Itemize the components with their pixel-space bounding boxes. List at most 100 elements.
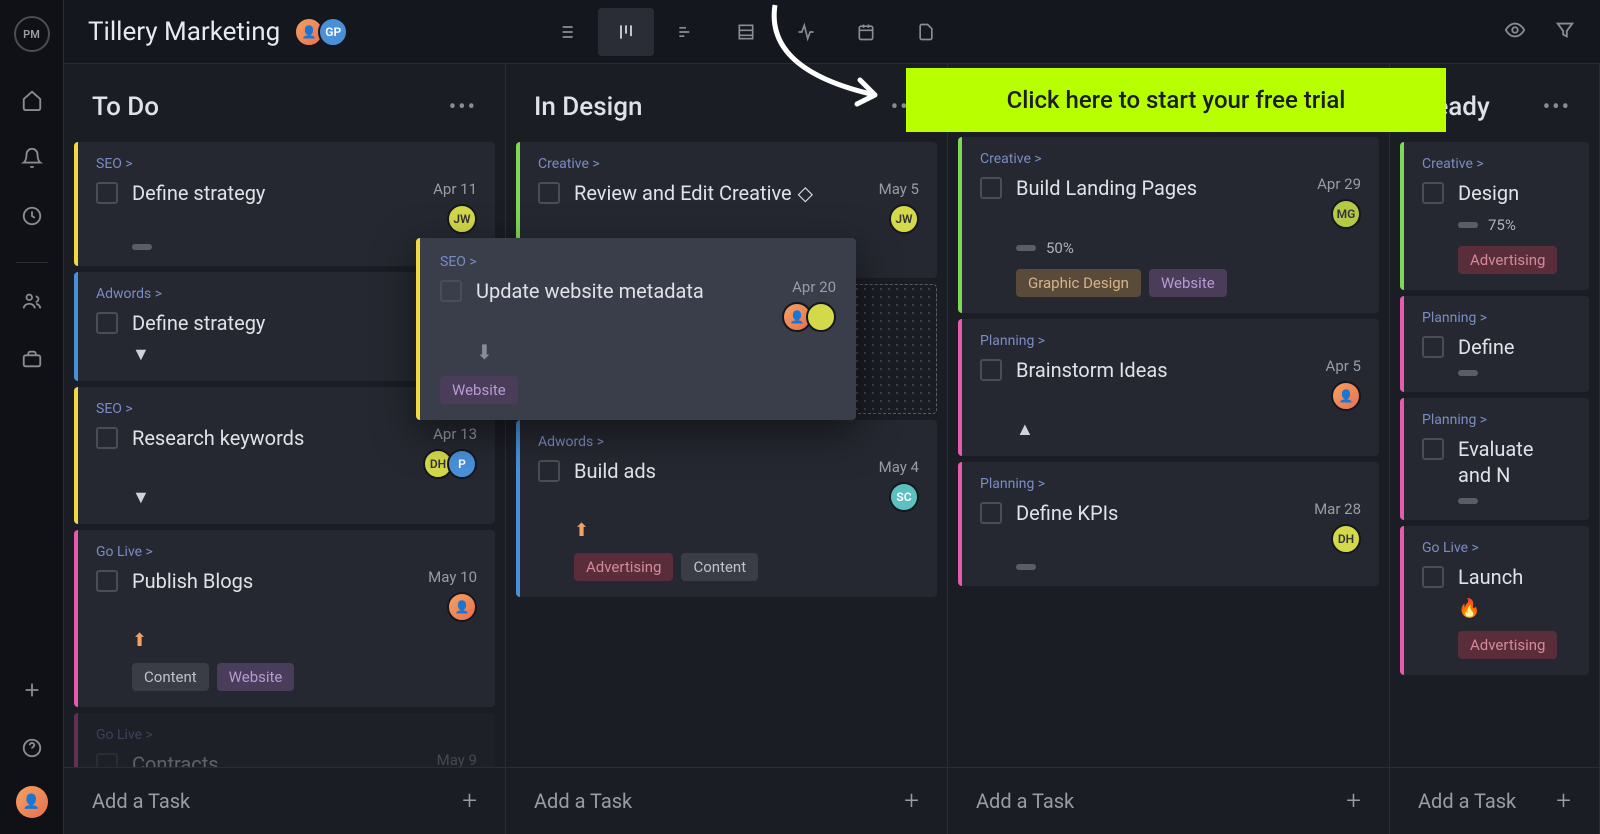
visibility-icon[interactable]: [1504, 19, 1526, 45]
card-title: Review and Edit Creative◇: [574, 180, 813, 206]
card-category: Creative >: [538, 156, 919, 172]
priority-up-icon: ⬆: [574, 520, 919, 541]
card-title: Launch: [1458, 564, 1523, 590]
task-card[interactable]: Planning > Brainstorm Ideas Apr 5 👤 ▲: [958, 319, 1379, 456]
card-category: Creative >: [1422, 156, 1571, 172]
kanban-board: To Do •••SEO > Define strategy Apr 11 JW…: [64, 64, 1600, 834]
card-avatars: 👤: [453, 592, 477, 622]
add-task-button[interactable]: Add a Task+: [1390, 767, 1599, 834]
card-category: Planning >: [1422, 310, 1571, 326]
card-avatars: SC: [895, 482, 919, 512]
card-title: Update website metadata: [476, 278, 704, 304]
plus-icon: +: [1346, 786, 1361, 816]
task-checkbox[interactable]: [1422, 182, 1444, 204]
task-checkbox[interactable]: [538, 182, 560, 204]
task-checkbox[interactable]: [538, 460, 560, 482]
progress-bar: [1016, 245, 1036, 251]
clock-icon[interactable]: [12, 196, 52, 236]
task-card[interactable]: Planning > Define: [1400, 296, 1589, 392]
task-card[interactable]: Creative > Design 75%Advertising: [1400, 142, 1589, 290]
priority-fire-icon: 🔥: [1458, 598, 1571, 619]
task-checkbox[interactable]: [96, 570, 118, 592]
task-card[interactable]: Go Live > Publish Blogs May 10 👤 ⬆Conten…: [74, 530, 495, 707]
column-menu-icon[interactable]: •••: [449, 95, 477, 120]
activity-view-tab[interactable]: [778, 8, 834, 56]
task-card[interactable]: Planning > Define KPIs Mar 28 DH: [958, 462, 1379, 586]
add-task-label: Add a Task: [534, 789, 632, 813]
briefcase-icon[interactable]: [12, 339, 52, 379]
plus-icon: +: [904, 786, 919, 816]
gantt-view-tab[interactable]: [658, 8, 714, 56]
tag-website[interactable]: Website: [1149, 269, 1227, 297]
app-logo[interactable]: PM: [14, 16, 50, 52]
project-title: Tillery Marketing: [88, 17, 280, 47]
task-checkbox[interactable]: [96, 753, 118, 767]
list-view-tab[interactable]: [538, 8, 594, 56]
plus-icon[interactable]: [12, 670, 52, 710]
task-checkbox[interactable]: [1422, 336, 1444, 358]
add-task-label: Add a Task: [1418, 789, 1516, 813]
card-date: May 10: [428, 568, 477, 586]
task-checkbox[interactable]: [1422, 566, 1444, 588]
task-card[interactable]: Planning > Evaluate and N: [1400, 398, 1589, 520]
dragging-card[interactable]: SEO > Update website metadata Apr 20 👤 ⬇…: [416, 238, 856, 420]
task-checkbox[interactable]: [980, 359, 1002, 381]
tag-advertising[interactable]: Advertising: [1458, 246, 1557, 274]
view-tabs: [538, 8, 954, 56]
card-date: Apr 13: [433, 425, 477, 443]
task-checkbox[interactable]: [440, 280, 462, 302]
card-category: SEO >: [96, 156, 477, 172]
task-card[interactable]: Adwords > Build ads May 4 SC ⬆Advertisin…: [516, 420, 937, 597]
task-checkbox[interactable]: [1422, 438, 1444, 460]
tag-content[interactable]: Content: [132, 663, 209, 691]
user-avatar[interactable]: 👤: [16, 786, 48, 818]
avatar: 👤: [1331, 381, 1361, 411]
filter-icon[interactable]: [1554, 19, 1576, 45]
tag-content[interactable]: Content: [681, 553, 758, 581]
card-category: Planning >: [1422, 412, 1571, 428]
board-view-tab[interactable]: [598, 8, 654, 56]
card-category: Go Live >: [96, 544, 477, 560]
priority-bar-icon: [1016, 564, 1036, 570]
calendar-view-tab[interactable]: [838, 8, 894, 56]
task-checkbox[interactable]: [96, 182, 118, 204]
column-menu-icon[interactable]: •••: [1543, 95, 1571, 120]
plus-icon: +: [462, 786, 477, 816]
task-checkbox[interactable]: [980, 177, 1002, 199]
task-card[interactable]: Go Live > Launch 🔥Advertising: [1400, 526, 1589, 675]
card-avatars: DHP: [429, 449, 477, 479]
card-category: SEO >: [440, 254, 836, 270]
bell-icon[interactable]: [12, 138, 52, 178]
sheet-view-tab[interactable]: [718, 8, 774, 56]
add-task-button[interactable]: Add a Task+: [64, 767, 505, 834]
member-avatars[interactable]: 👤GP: [300, 17, 348, 47]
tag-advertising[interactable]: Advertising: [574, 553, 673, 581]
task-checkbox[interactable]: [980, 502, 1002, 524]
card-category: Planning >: [980, 476, 1361, 492]
help-icon[interactable]: [12, 728, 52, 768]
avatar: P: [447, 449, 477, 479]
priority-up-icon: ⬆: [132, 630, 477, 651]
avatar: MG: [1331, 199, 1361, 229]
card-avatars: MG: [1337, 199, 1361, 229]
tag-website[interactable]: Website: [440, 376, 518, 404]
add-task-button[interactable]: Add a Task +: [506, 767, 947, 834]
file-view-tab[interactable]: [898, 8, 954, 56]
people-icon[interactable]: [12, 281, 52, 321]
card-date: Apr 11: [433, 180, 477, 198]
home-icon[interactable]: [12, 80, 52, 120]
card-title: Define strategy: [132, 310, 265, 336]
task-checkbox[interactable]: [96, 427, 118, 449]
cta-button[interactable]: Click here to start your free trial: [906, 68, 1446, 132]
priority-up-icon: ▲: [1016, 419, 1361, 440]
task-card[interactable]: Creative > Build Landing Pages Apr 29 MG…: [958, 137, 1379, 313]
milestone-icon: ◇: [798, 180, 813, 206]
tag-graphic[interactable]: Graphic Design: [1016, 269, 1141, 297]
card-date: May 5: [879, 180, 919, 198]
add-task-button[interactable]: Add a Task+: [948, 767, 1389, 834]
tag-website[interactable]: Website: [217, 663, 295, 691]
tag-advertising[interactable]: Advertising: [1458, 631, 1557, 659]
task-checkbox[interactable]: [96, 312, 118, 334]
card-avatars: 👤: [1337, 381, 1361, 411]
task-card[interactable]: Go Live > Contracts May 9: [74, 713, 495, 767]
